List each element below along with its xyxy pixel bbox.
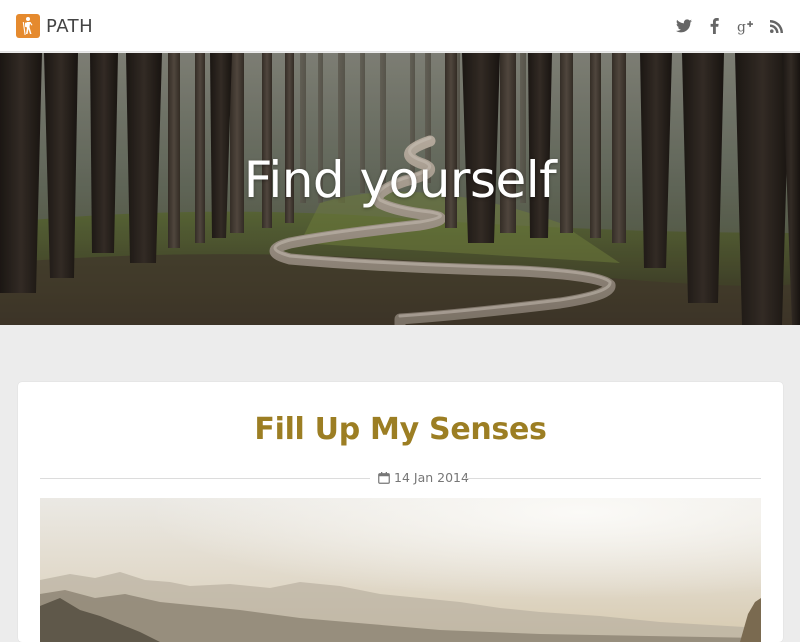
brand-link[interactable]: PATH: [16, 13, 93, 39]
top-navbar: PATH g: [0, 0, 800, 52]
calendar-icon: [378, 471, 390, 484]
post-card: Fill Up My Senses 14 Jan 2014: [18, 382, 783, 642]
rss-icon: [770, 19, 783, 33]
hero-title: Find yourself: [243, 151, 557, 209]
hiker-icon: [16, 14, 40, 38]
post-date-text: 14 Jan 2014: [394, 470, 469, 485]
social-links: g: [668, 14, 792, 38]
facebook-link[interactable]: [699, 14, 730, 38]
post-meta: 14 Jan 2014: [40, 470, 761, 486]
twitter-icon: [675, 19, 692, 33]
post-date: 14 Jan 2014: [378, 470, 469, 485]
google-plus-link[interactable]: g: [730, 14, 761, 38]
mountain-landscape-image: [40, 498, 761, 642]
divider: [466, 478, 761, 479]
post-featured-image[interactable]: [40, 498, 761, 642]
rss-link[interactable]: [761, 14, 792, 38]
svg-text:g: g: [737, 19, 746, 35]
brand-name: PATH: [46, 15, 94, 37]
twitter-link[interactable]: [668, 14, 699, 38]
divider: [40, 478, 370, 479]
facebook-icon: [710, 18, 719, 34]
google-plus-icon: g: [737, 19, 753, 35]
post-title[interactable]: Fill Up My Senses: [18, 412, 783, 447]
hero-banner: Find yourself: [0, 53, 800, 325]
